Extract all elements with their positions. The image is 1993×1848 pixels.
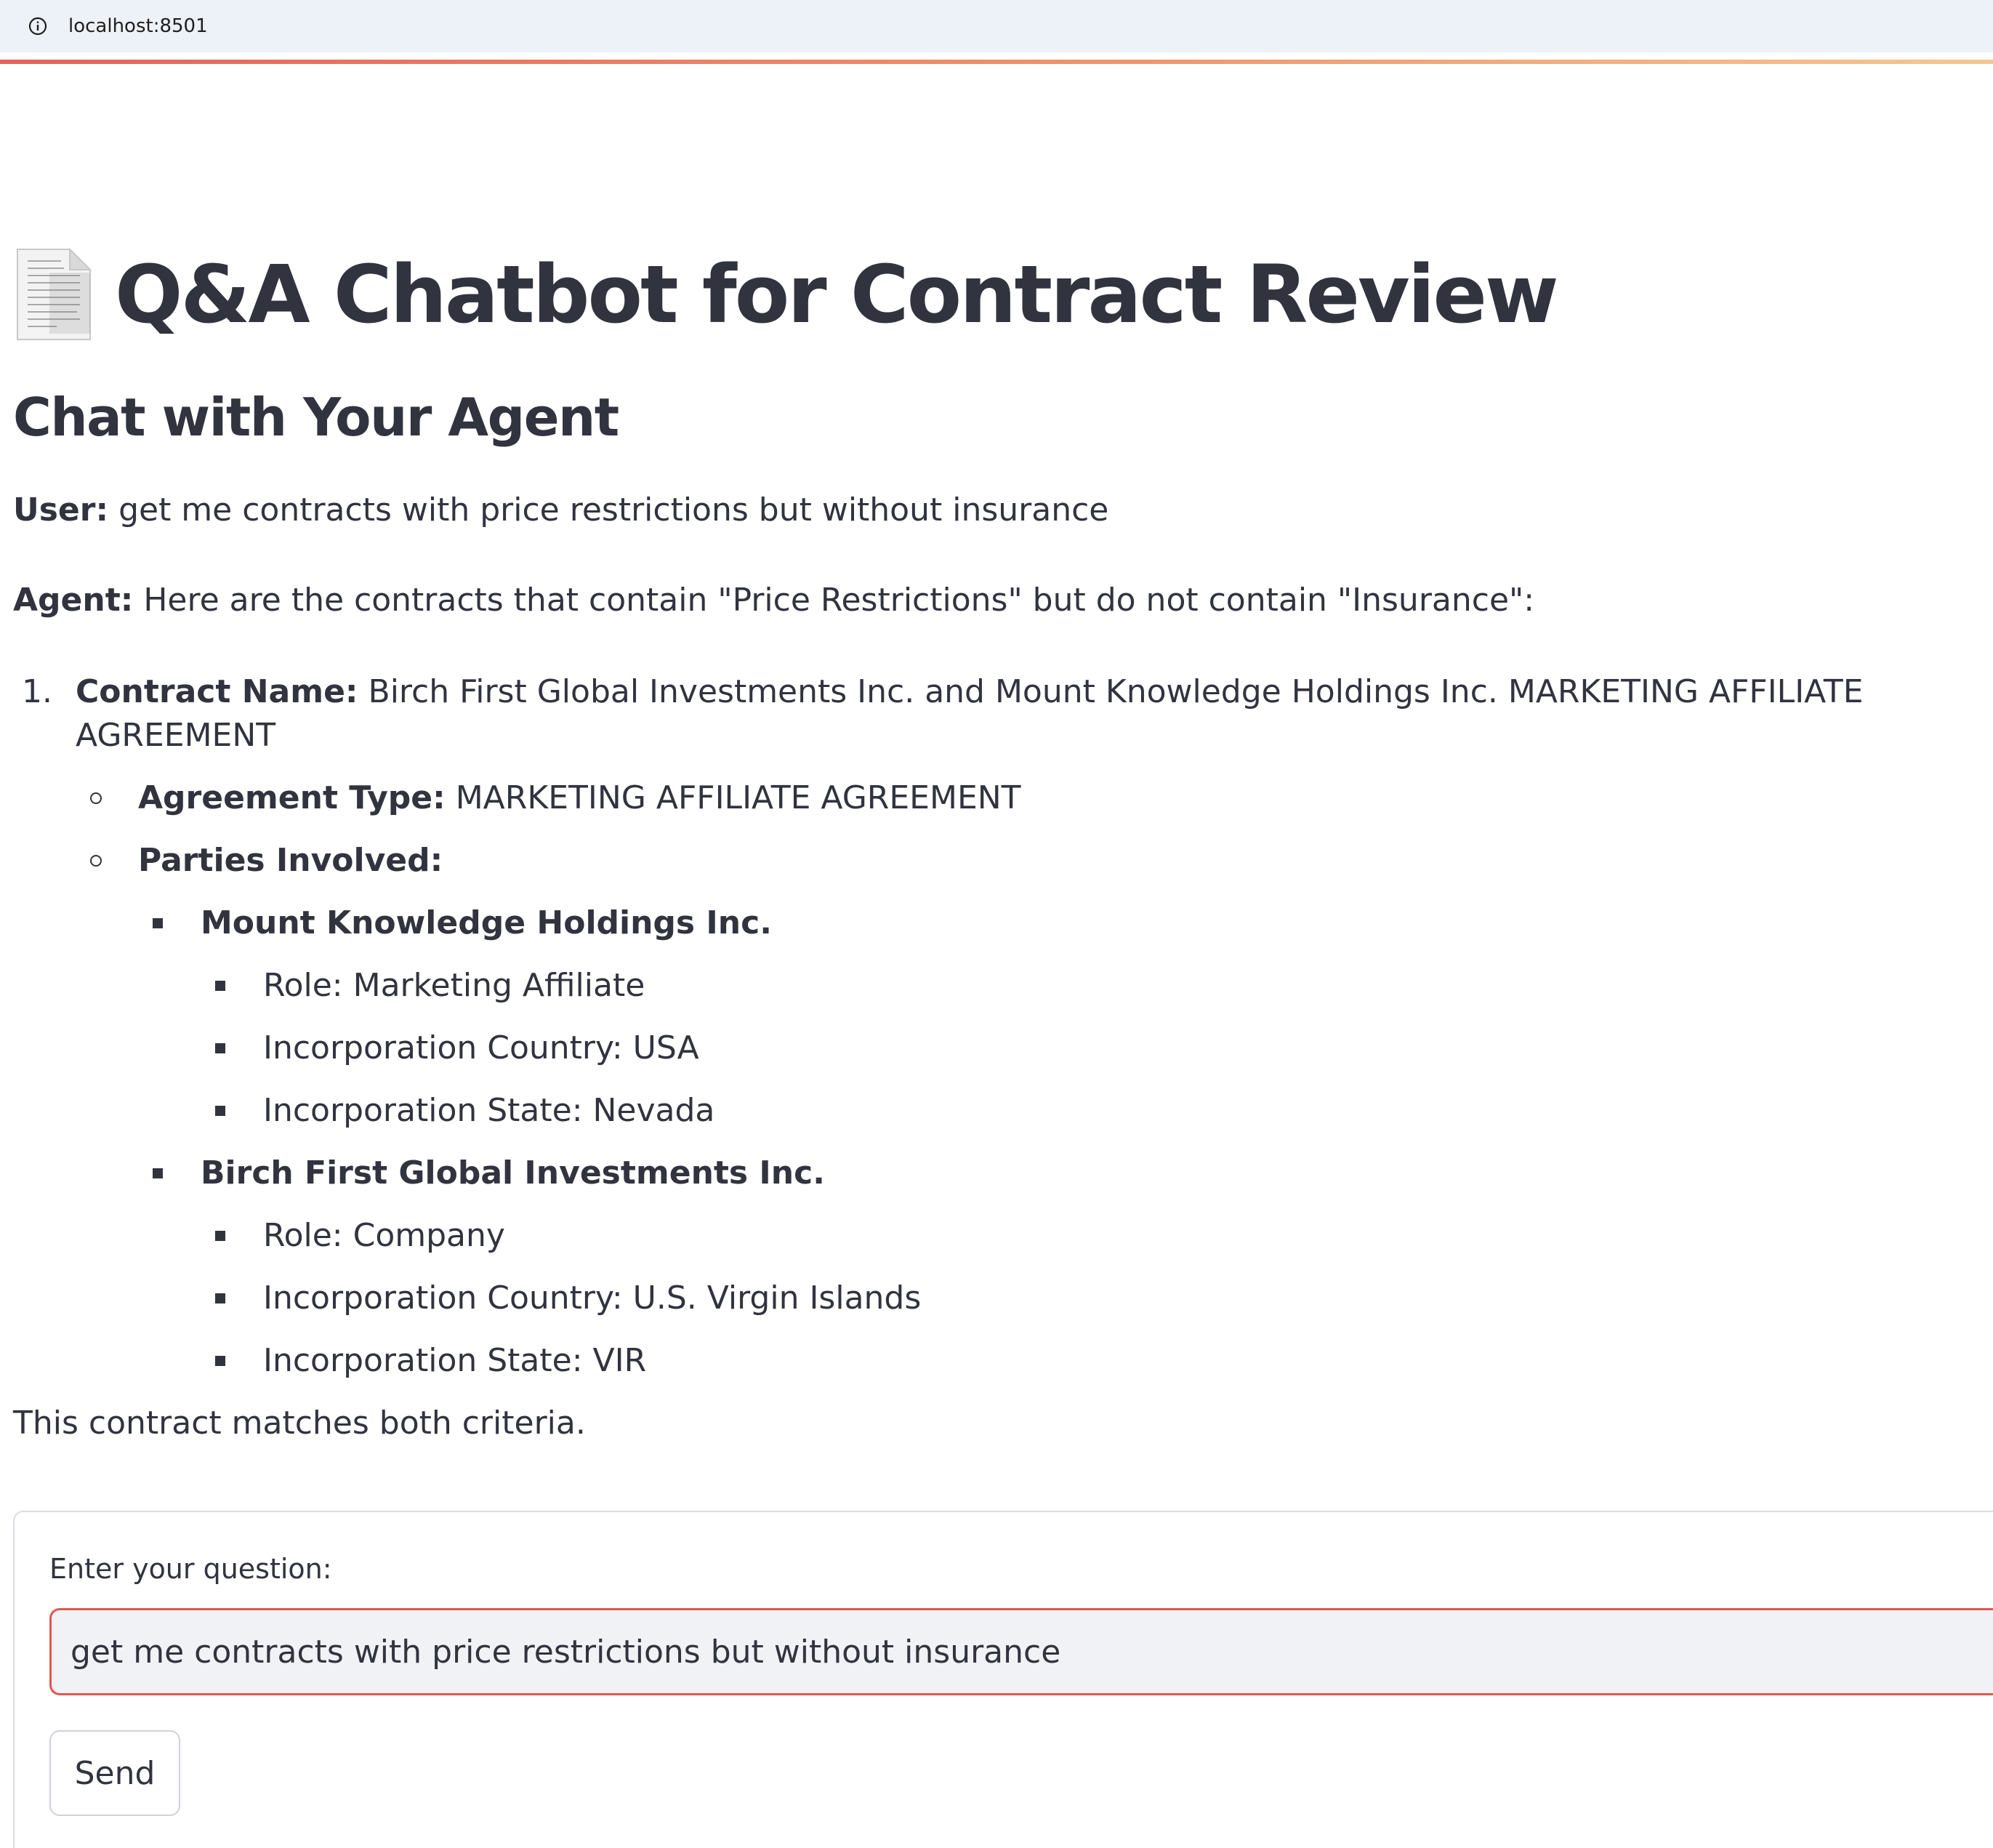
square-bullet-icon bbox=[153, 1168, 163, 1178]
agreement-type-item: Agreement Type: MARKETING AFFILIATE AGRE… bbox=[76, 776, 1993, 820]
question-input-label: Enter your question: bbox=[49, 1553, 332, 1585]
square-bullet-icon bbox=[215, 1356, 225, 1366]
party-detail-list: Role: Company Incorporation Country: U.S… bbox=[201, 1214, 1993, 1383]
agreement-type-value: MARKETING AFFILIATE AGREEMENT bbox=[455, 779, 1021, 816]
send-button[interactable]: Send bbox=[49, 1730, 180, 1816]
party-detail: Incorporation Country: USA bbox=[201, 1027, 1993, 1070]
user-message: User: get me contracts with price restri… bbox=[13, 489, 1993, 532]
party-name: Birch First Global Investments Inc. bbox=[201, 1154, 825, 1192]
contract-details: Agreement Type: MARKETING AFFILIATE AGRE… bbox=[76, 776, 1993, 1383]
party-detail-text: Incorporation State: Nevada bbox=[263, 1092, 715, 1129]
question-input[interactable] bbox=[49, 1608, 1993, 1695]
party-detail: Role: Company bbox=[201, 1214, 1993, 1258]
party-item: Mount Knowledge Holdings Inc. Role: Mark… bbox=[138, 901, 1993, 1133]
circle-bullet-icon bbox=[90, 792, 102, 804]
square-bullet-icon bbox=[153, 918, 163, 928]
party-detail: Incorporation State: Nevada bbox=[201, 1089, 1993, 1133]
party-list: Mount Knowledge Holdings Inc. Role: Mark… bbox=[138, 901, 1993, 1383]
square-bullet-icon bbox=[215, 1231, 225, 1241]
contract-list: 1. Contract Name: Birch First Global Inv… bbox=[13, 670, 1993, 1383]
contract-item: 1. Contract Name: Birch First Global Inv… bbox=[13, 670, 1993, 1383]
title-row: Q&A Chatbot for Contract Review bbox=[13, 240, 1993, 349]
party-detail-text: Role: Company bbox=[263, 1217, 505, 1254]
header-decoration-bar bbox=[0, 60, 1993, 64]
party-name: Mount Knowledge Holdings Inc. bbox=[201, 904, 772, 941]
square-bullet-icon bbox=[215, 1106, 225, 1116]
page-facing-up-icon bbox=[13, 246, 93, 342]
info-icon[interactable] bbox=[28, 16, 48, 36]
question-form: Enter your question: Send bbox=[13, 1511, 1993, 1848]
circle-bullet-icon bbox=[90, 855, 102, 867]
agent-footer: This contract matches both criteria. bbox=[13, 1405, 586, 1442]
party-item: Birch First Global Investments Inc. Role… bbox=[138, 1152, 1993, 1383]
agreement-type-label: Agreement Type: bbox=[138, 779, 446, 816]
square-bullet-icon bbox=[215, 981, 225, 991]
agent-label: Agent: bbox=[13, 582, 134, 619]
party-detail-text: Incorporation State: VIR bbox=[263, 1342, 647, 1379]
agent-message: Agent: Here are the contracts that conta… bbox=[13, 579, 1993, 622]
party-detail-text: Role: Marketing Affiliate bbox=[263, 967, 645, 1004]
square-bullet-icon bbox=[215, 1043, 225, 1053]
square-bullet-icon bbox=[215, 1293, 225, 1303]
page-title: Q&A Chatbot for Contract Review bbox=[115, 248, 1559, 341]
parties-label: Parties Involved: bbox=[138, 842, 443, 879]
party-detail: Role: Marketing Affiliate bbox=[201, 964, 1993, 1008]
user-label: User: bbox=[13, 491, 109, 529]
main-content: Q&A Chatbot for Contract Review Chat wit… bbox=[13, 240, 1993, 1445]
contract-number: 1. bbox=[22, 673, 52, 710]
chat-subheader: Chat with Your Agent bbox=[13, 387, 619, 448]
party-detail-text: Incorporation Country: USA bbox=[263, 1029, 699, 1066]
agent-intro-text: Here are the contracts that contain "Pri… bbox=[143, 582, 1535, 619]
url-text[interactable]: localhost:8501 bbox=[68, 15, 208, 37]
party-detail: Incorporation State: VIR bbox=[201, 1339, 1993, 1383]
parties-item: Parties Involved: Mount Knowledge Holdin… bbox=[76, 839, 1993, 1383]
user-message-text: get me contracts with price restrictions… bbox=[118, 491, 1109, 529]
browser-address-bar[interactable]: localhost:8501 bbox=[0, 0, 1993, 52]
party-detail-list: Role: Marketing Affiliate Incorporation … bbox=[201, 964, 1993, 1133]
party-detail: Incorporation Country: U.S. Virgin Islan… bbox=[201, 1277, 1993, 1320]
contract-name-label: Contract Name: bbox=[76, 673, 358, 710]
party-detail-text: Incorporation Country: U.S. Virgin Islan… bbox=[263, 1279, 922, 1317]
